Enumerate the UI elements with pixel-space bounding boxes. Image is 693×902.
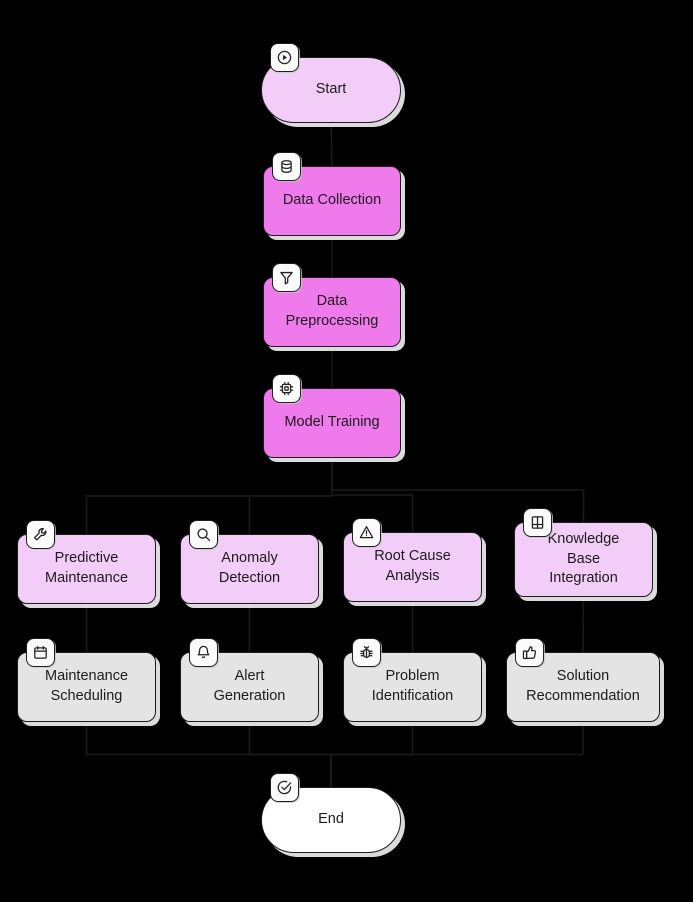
node-label: Data Preprocessing (285, 293, 379, 329)
cpu-icon (272, 374, 301, 403)
node-data-collection[interactable]: Data Collection (263, 152, 401, 236)
node-root-cause-analysis[interactable]: Root Cause Analysis (343, 518, 482, 602)
node-label: Maintenance Scheduling (44, 668, 129, 704)
wrench-icon (26, 520, 55, 549)
node-maintenance-scheduling[interactable]: Maintenance Scheduling (17, 638, 156, 722)
node-label: Model Training (284, 414, 380, 431)
warning-triangle-icon (352, 518, 381, 547)
book-icon (523, 508, 552, 537)
edge-problem-identification-to-end (330, 722, 414, 787)
edge-solution-recommendation-to-end (330, 722, 584, 787)
node-label: End (318, 811, 344, 828)
node-alert-generation[interactable]: Alert Generation (180, 638, 319, 722)
node-label: Start (315, 81, 347, 98)
node-label: Solution Recommendation (526, 668, 640, 704)
node-start[interactable]: Start (261, 43, 401, 123)
thumbs-up-icon (515, 638, 544, 667)
node-label: Problem Identification (371, 668, 454, 704)
edge-knowledge-base-integration-to-solution-recommendation (582, 596, 585, 653)
bell-icon (189, 638, 218, 667)
node-predictive-maintenance[interactable]: Predictive Maintenance (17, 520, 156, 604)
node-anomaly-detection[interactable]: Anomaly Detection (180, 520, 319, 604)
node-problem-identification[interactable]: Problem Identification (343, 638, 482, 722)
check-circle-icon (270, 773, 299, 802)
node-model-training[interactable]: Model Training (263, 374, 401, 458)
node-label: Anomaly Detection (218, 550, 281, 586)
node-label: Alert Generation (213, 668, 286, 704)
calendar-icon (26, 638, 55, 667)
node-knowledge-base-integration[interactable]: Knowledge Base Integration (514, 508, 653, 597)
search-icon (189, 520, 218, 549)
node-solution-recommendation[interactable]: Solution Recommendation (506, 638, 660, 722)
flowchart-canvas: Start Data Collection Data Preprocessing Mo… (0, 0, 693, 902)
play-circle-icon (270, 43, 299, 72)
edge-model-training-to-anomaly-detection (248, 458, 333, 534)
node-label: Knowledge Base Integration (547, 531, 620, 587)
node-label: Root Cause Analysis (374, 548, 451, 584)
edge-start-to-data-collection (330, 122, 333, 167)
funnel-icon (272, 263, 301, 292)
node-label: Data Collection (282, 192, 382, 209)
node-data-preprocessing[interactable]: Data Preprocessing (263, 263, 401, 347)
node-label: Predictive Maintenance (44, 550, 129, 586)
node-end[interactable]: End (261, 773, 401, 853)
database-icon (272, 152, 301, 181)
bug-icon (352, 638, 381, 667)
